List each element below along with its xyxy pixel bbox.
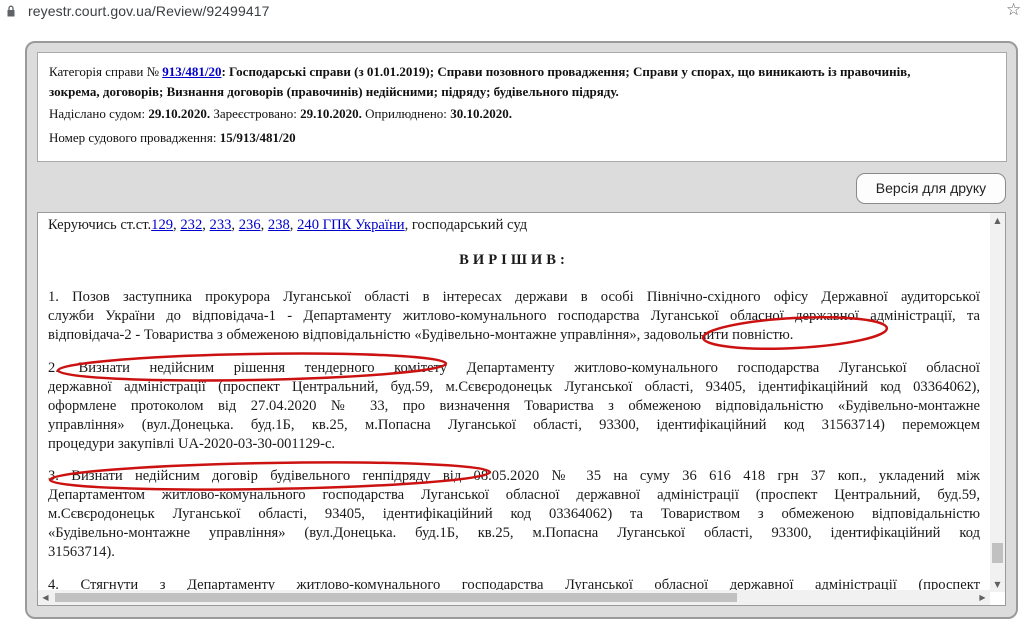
horizontal-scroll-thumb[interactable] [55, 593, 737, 602]
case-number-link[interactable]: 913/481/20 [162, 64, 221, 79]
sent-date: 29.10.2020. [148, 106, 211, 121]
url-text[interactable]: reyestr.court.gov.ua/Review/92499417 [28, 3, 269, 19]
article-link-232[interactable]: 232 [180, 217, 202, 233]
case-dates-line: Надіслано судом: 29.10.2020. Зареєстрова… [49, 106, 512, 121]
intro-line: Керуючись ст.ст.129, 232, 233, 236, 238,… [48, 217, 528, 233]
case-category-line-2: зокрема, договорів; Визнання договорів (… [49, 84, 619, 99]
bookmark-star-icon[interactable]: ☆ [1006, 0, 1021, 20]
scroll-up-arrow-icon[interactable]: ▲ [990, 213, 1005, 228]
document-text-area[interactable]: Керуючись ст.ст.129, 232, 233, 236, 238,… [37, 212, 1006, 606]
article-link-236[interactable]: 236 [239, 217, 261, 233]
paragraph-1: 1. Позов заступника прокурора Луганської… [48, 289, 980, 343]
paragraph-3: 3. Визнати недійсним договір будівельног… [48, 468, 980, 560]
article-link-240[interactable]: 240 ГПК України [297, 217, 405, 233]
article-link-233[interactable]: 233 [210, 217, 232, 233]
published-date: 30.10.2020. [450, 106, 512, 121]
article-link-238[interactable]: 238 [268, 217, 290, 233]
case-category-line: Категорія справи № 913/481/20: Господарс… [49, 64, 911, 79]
scroll-down-arrow-icon[interactable]: ▼ [990, 577, 1005, 592]
scroll-left-arrow-icon[interactable]: ◀ [38, 590, 53, 605]
horizontal-scrollbar[interactable]: ◀ ▶ [38, 590, 990, 605]
proceeding-number: 15/913/481/20 [219, 130, 296, 145]
vertical-scroll-thumb[interactable] [992, 543, 1003, 563]
scroll-right-arrow-icon[interactable]: ▶ [975, 590, 990, 605]
print-version-button[interactable]: Версія для друку [856, 173, 1006, 204]
decision-heading: ВИРІШИВ: [459, 252, 569, 268]
lock-icon [7, 5, 15, 17]
case-info-panel: Категорія справи № 913/481/20: Господарс… [37, 52, 1007, 162]
proceeding-number-line: Номер судового провадження: 15/913/481/2… [49, 130, 296, 145]
registered-date: 29.10.2020. [300, 106, 362, 121]
vertical-scrollbar[interactable]: ▲ ▼ [990, 213, 1005, 592]
address-bar[interactable]: reyestr.court.gov.ua/Review/92499417 ☆ [0, 0, 1024, 24]
paragraph-2: 2. Визнати недійсним рішення тендерного … [48, 360, 980, 452]
article-link-129[interactable]: 129 [151, 217, 173, 233]
